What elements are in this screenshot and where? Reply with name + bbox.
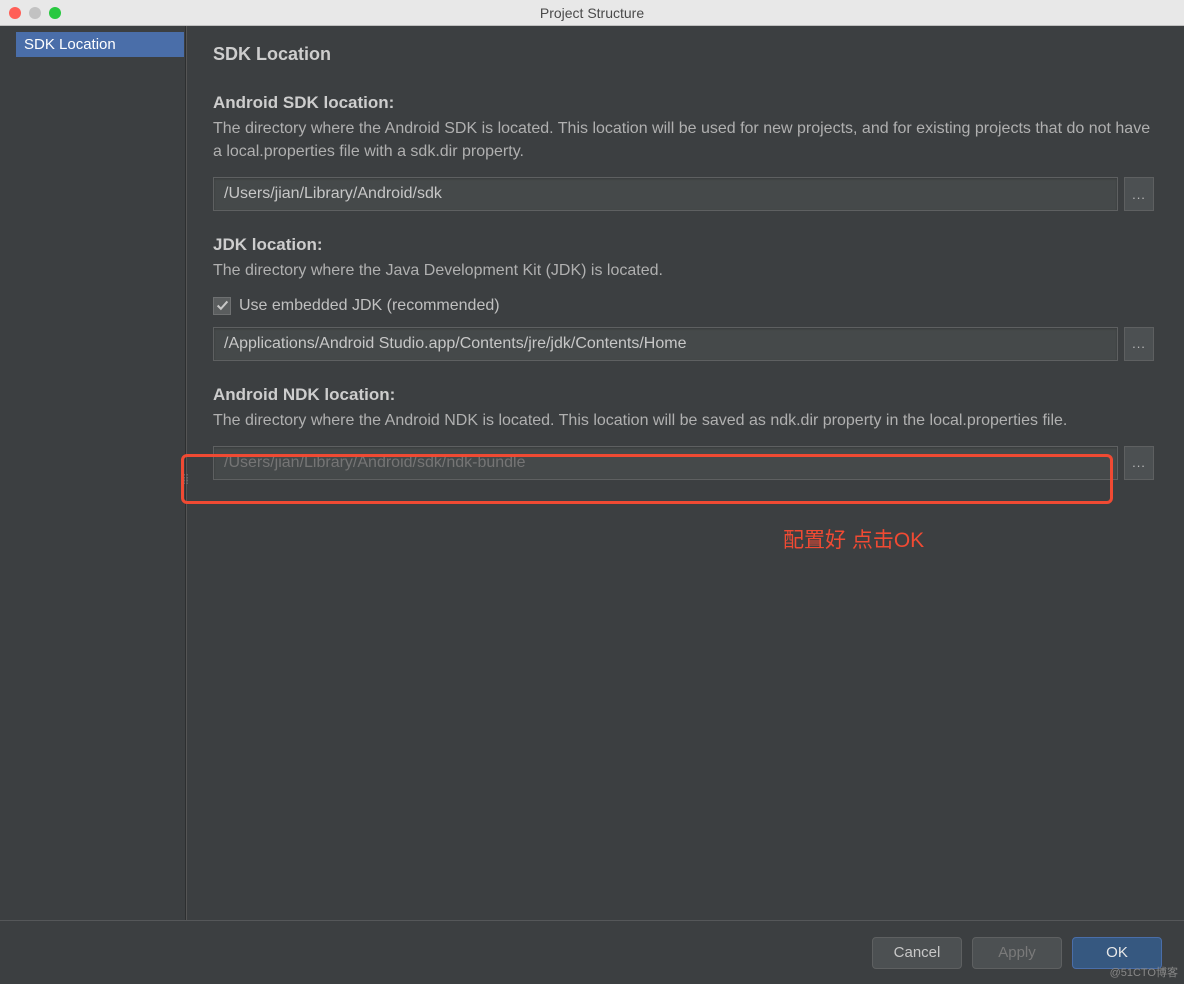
ndk-location-input[interactable] [213,446,1118,480]
resize-handle-icon[interactable]: ⠿⠿ [182,478,188,484]
annotation-text: 配置好 点击OK [783,524,924,554]
use-embedded-jdk-label: Use embedded JDK (recommended) [239,297,500,315]
jdk-location-label: JDK location: [213,235,1154,255]
maximize-icon[interactable] [49,7,61,19]
ndk-location-desc: The directory where the Android NDK is l… [213,409,1154,432]
jdk-checkbox-row: Use embedded JDK (recommended) [213,297,1154,315]
page-title: SDK Location [213,44,1154,65]
titlebar: Project Structure [0,0,1184,26]
jdk-browse-button[interactable]: ... [1124,327,1154,361]
minimize-icon[interactable] [29,7,41,19]
dialog-footer: Cancel Apply OK [0,920,1184,984]
jdk-location-desc: The directory where the Java Development… [213,259,1154,282]
sidebar: SDK Location [0,26,186,920]
jdk-location-input[interactable] [213,327,1118,361]
ndk-location-label: Android NDK location: [213,385,1154,405]
content-panel: SDK Location Android SDK location: The d… [186,26,1184,920]
main-area: SDK Location SDK Location Android SDK lo… [0,26,1184,920]
sdk-input-row: ... [213,177,1154,211]
sidebar-item-sdk-location[interactable]: SDK Location [16,32,184,57]
ndk-browse-button[interactable]: ... [1124,446,1154,480]
sdk-browse-button[interactable]: ... [1124,177,1154,211]
sdk-location-desc: The directory where the Android SDK is l… [213,117,1154,163]
jdk-input-row: ... [213,327,1154,361]
cancel-button[interactable]: Cancel [872,937,962,969]
use-embedded-jdk-checkbox[interactable] [213,297,231,315]
window-title: Project Structure [540,5,644,21]
apply-button: Apply [972,937,1062,969]
sdk-location-label: Android SDK location: [213,93,1154,113]
close-icon[interactable] [9,7,21,19]
window-controls [9,7,61,19]
ndk-input-row: ... [213,446,1154,480]
watermark: @51CTO博客 [1110,964,1178,980]
checkmark-icon [216,299,229,312]
sdk-location-input[interactable] [213,177,1118,211]
